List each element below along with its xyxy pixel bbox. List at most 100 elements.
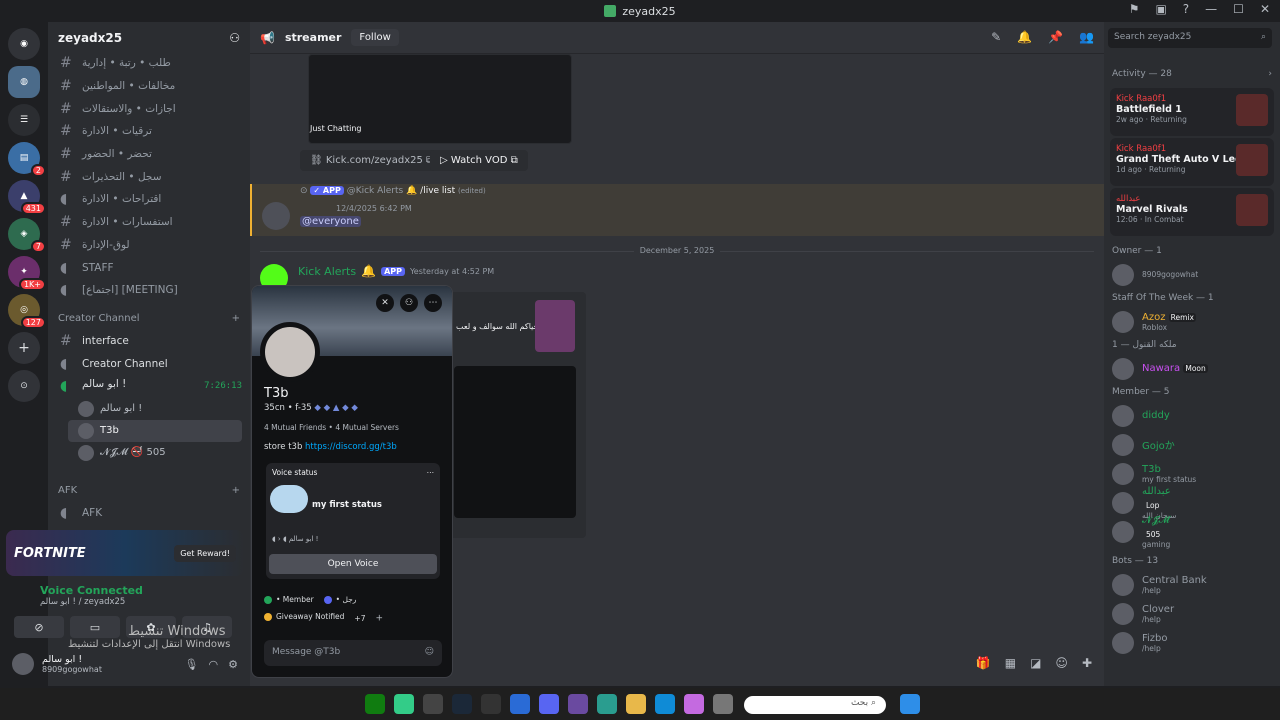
member-queen[interactable]: Nawara Moon bbox=[1104, 354, 1280, 383]
add-member-icon[interactable]: ⚇ bbox=[229, 31, 240, 45]
more-options-icon[interactable]: ⋯ bbox=[427, 468, 435, 477]
server-header[interactable]: zeyadx25 ⚇ bbox=[48, 22, 250, 54]
message-input[interactable]: Message @T3b ☺ bbox=[264, 640, 442, 666]
server-icon[interactable]: ☰ bbox=[8, 104, 40, 136]
add-role-icon[interactable]: + bbox=[375, 614, 383, 624]
inbox-icon[interactable]: ⚑ bbox=[1129, 2, 1140, 16]
headset-icon[interactable]: ◠ bbox=[209, 658, 219, 671]
mutual-servers[interactable]: 4 Mutual Servers bbox=[335, 423, 399, 432]
app-icon[interactable] bbox=[393, 694, 414, 714]
app-icon[interactable] bbox=[596, 694, 617, 714]
open-voice-button[interactable]: Open Voice bbox=[269, 554, 437, 574]
app-icon[interactable] bbox=[509, 694, 530, 714]
members-icon[interactable]: 👥 bbox=[1079, 30, 1094, 44]
close-button[interactable]: ✕ bbox=[1260, 2, 1270, 16]
bot-row[interactable]: Clover/help bbox=[1104, 599, 1280, 628]
just-chatting-thumb[interactable] bbox=[535, 300, 575, 352]
taskbar-search[interactable]: بحث ⌕ bbox=[744, 696, 886, 714]
server-icon[interactable]: ◎ 127 bbox=[8, 294, 46, 329]
activity-card[interactable]: Kick Raa0f1 Battlefield 1 2w ago · Returni… bbox=[1110, 88, 1274, 136]
apps-icon[interactable]: ✚ bbox=[1082, 656, 1092, 670]
close-icon[interactable]: ✕ bbox=[376, 294, 394, 312]
home-button[interactable]: ◉ bbox=[8, 28, 40, 60]
member-row[interactable]: 𝓝𝓙𝓜 505 gaming bbox=[1104, 515, 1280, 549]
message-mention[interactable]: ⊙ ✓ APP @Kick Alerts 🔔 /live list (edite… bbox=[250, 184, 1104, 236]
discord-icon[interactable] bbox=[538, 694, 559, 714]
folder-icon[interactable] bbox=[625, 694, 646, 714]
channel-item[interactable]: # ترقيات • الادارة bbox=[48, 120, 250, 143]
activity-card[interactable]: عبدالله Marvel Rivals 12:06 · In Combat bbox=[1110, 188, 1274, 236]
kick-link-button[interactable]: ⛓ Kick.com/zeyadx25 ⧉ bbox=[300, 150, 444, 171]
edge-icon[interactable] bbox=[654, 694, 675, 714]
server-icon[interactable]: ◈ 7 bbox=[8, 218, 46, 253]
member-row[interactable]: diddy bbox=[1104, 401, 1280, 430]
voice-user[interactable]: 𝓝𝓙𝓜 🚭 505 bbox=[48, 442, 250, 464]
maximize-button[interactable]: ☐ bbox=[1233, 2, 1244, 16]
more-options-icon[interactable]: ⋯ bbox=[424, 294, 442, 312]
get-reward-button[interactable]: Get Reward! bbox=[174, 544, 236, 562]
threads-icon[interactable]: ✎ bbox=[991, 30, 1001, 44]
sticker-icon[interactable]: ◪ bbox=[1030, 656, 1041, 670]
channel-item[interactable]: # تحضر • الحضور bbox=[48, 143, 250, 166]
activity-card[interactable]: Kick Raa0f1 Grand Theft Auto V Legacy 1d a… bbox=[1110, 138, 1274, 186]
minimize-button[interactable]: — bbox=[1205, 2, 1217, 16]
gift-icon[interactable]: 🎁 bbox=[976, 656, 991, 670]
add-channel-icon[interactable]: + bbox=[232, 313, 240, 324]
category-afk[interactable]: AFK + bbox=[48, 480, 250, 502]
search-input[interactable]: Search zeyadx25 ⌕ bbox=[1108, 28, 1272, 48]
emoji-icon[interactable]: ☺ bbox=[425, 647, 434, 659]
watch-vod-button[interactable]: ▷ Watch VOD ⧉ bbox=[430, 150, 528, 171]
channel-afk[interactable]: ◖ AFK bbox=[48, 502, 250, 525]
mic-icon[interactable]: 🎙 bbox=[185, 658, 199, 671]
windows-start-icon[interactable] bbox=[899, 694, 920, 714]
bot-row[interactable]: Fizbo/help bbox=[1104, 628, 1280, 657]
app-icon[interactable] bbox=[567, 694, 588, 714]
role-pill[interactable]: Giveaway Notified bbox=[264, 612, 344, 621]
server-icon[interactable]: ✦ 1K+ bbox=[8, 256, 46, 291]
role-pill[interactable]: • رجل bbox=[323, 595, 356, 604]
voice-user[interactable]: ابو سالم ! bbox=[48, 398, 250, 420]
channel-item[interactable]: # اجازات • والاستقالات bbox=[48, 97, 250, 120]
settings-gear-icon[interactable]: ⚙ bbox=[228, 658, 238, 671]
screen-icon[interactable]: ▣ bbox=[1155, 2, 1166, 16]
help-icon[interactable]: ? bbox=[1183, 2, 1189, 16]
member-row[interactable]: T3b my first status bbox=[1104, 459, 1280, 488]
mutual-friends[interactable]: 4 Mutual Friends bbox=[264, 423, 326, 432]
member-owner[interactable]: 8909gogowhat bbox=[1104, 260, 1280, 289]
message-author[interactable]: Kick Alerts bbox=[298, 265, 356, 278]
add-friend-icon[interactable]: ⚇ bbox=[400, 294, 418, 312]
category-creator[interactable]: Creator Channel + bbox=[48, 308, 250, 330]
store-icon[interactable] bbox=[422, 694, 443, 714]
member-row[interactable]: Gojoか bbox=[1104, 430, 1280, 459]
app-icon[interactable] bbox=[480, 694, 501, 714]
chevron-right-icon[interactable]: › bbox=[1268, 69, 1272, 79]
app-icon[interactable] bbox=[712, 694, 733, 714]
voice-user[interactable]: T3b bbox=[68, 419, 242, 442]
discover-icon[interactable]: ⊙ bbox=[8, 370, 40, 402]
stream-preview[interactable] bbox=[454, 366, 576, 518]
voice-location[interactable]: ابو سالم ! / zeyadx25 bbox=[6, 597, 244, 607]
channel-item[interactable]: # سجل • التحذيرات bbox=[48, 165, 250, 188]
bell-icon[interactable]: 🔔 bbox=[1017, 30, 1032, 44]
role-pill[interactable]: +7 bbox=[354, 614, 365, 623]
channel-item[interactable]: ◖ STAFF bbox=[48, 256, 250, 279]
pin-icon[interactable]: 📌 bbox=[1048, 30, 1063, 44]
profile-avatar[interactable] bbox=[260, 322, 320, 382]
channel-item[interactable]: # لوق-الإدارة bbox=[48, 234, 250, 257]
copilot-icon[interactable] bbox=[683, 694, 704, 714]
add-channel-icon[interactable]: + bbox=[232, 485, 240, 496]
bio-link[interactable]: https://discord.gg/t3b bbox=[305, 442, 397, 452]
channel-item[interactable]: ◖ [اجتماع] [MEETING] bbox=[48, 279, 250, 302]
promo-banner[interactable]: FORTNITE Get Reward! bbox=[6, 530, 244, 576]
server-icon[interactable]: ▲ 431 bbox=[8, 180, 46, 215]
channel-item[interactable]: # مخالفات • المواطنين bbox=[48, 75, 250, 98]
channel-item[interactable]: ◖ اقتراحات • الادارة bbox=[48, 188, 250, 211]
role-pill[interactable]: • Member bbox=[264, 595, 314, 604]
channel-creator[interactable]: ◖ Creator Channel bbox=[48, 352, 250, 375]
steam-icon[interactable] bbox=[451, 694, 472, 714]
gif-icon[interactable]: ▦ bbox=[1005, 656, 1016, 670]
voice-channel[interactable]: ◖ ابو سالم ! 7:26:13 bbox=[48, 375, 250, 398]
member-row[interactable]: عبدالله Lop سبحان الله bbox=[1104, 486, 1280, 520]
everyone-mention[interactable]: @everyone bbox=[300, 216, 361, 227]
bot-row[interactable]: Central Bank/help bbox=[1104, 570, 1280, 599]
